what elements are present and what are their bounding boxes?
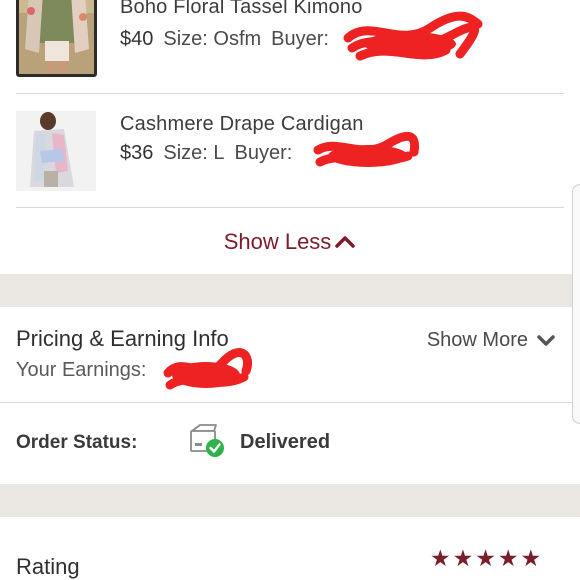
rating-section: Rating ★ ★ ★ ★ ★ <box>0 517 580 580</box>
star-icon: ★ <box>520 545 542 571</box>
redaction-scribble <box>313 132 420 167</box>
section-separator <box>0 274 580 307</box>
star-icon: ★ <box>430 545 451 571</box>
show-more-label: Show More <box>426 329 528 351</box>
item-price: $40 <box>120 28 154 50</box>
item-thumbnail[interactable] <box>16 0 97 77</box>
item-thumbnail[interactable] <box>16 111 96 191</box>
rating-stars: ★ ★ ★ ★ ★ <box>430 547 541 570</box>
item-size: Size: L <box>163 142 225 164</box>
package-delivered-icon <box>190 424 224 457</box>
redaction-scribble <box>163 348 252 390</box>
redaction-scribble <box>343 11 483 61</box>
item-meta: $36 Size: L Buyer: <box>120 142 292 165</box>
order-item-2[interactable]: Cashmere Drape Cardigan $36 Size: L Buyer: <box>0 94 580 208</box>
show-more-button[interactable]: Show More <box>427 329 556 352</box>
show-less-label: Show Less <box>223 229 332 254</box>
item-price: $36 <box>120 142 154 164</box>
item-buyer-label: Buyer: <box>234 142 293 164</box>
show-less-button[interactable]: Show Less <box>0 210 580 274</box>
pricing-earning-section: Pricing & Earning Info Your Earnings: Sh… <box>0 307 580 401</box>
section-separator <box>0 484 580 517</box>
scrollbar-edge[interactable] <box>572 184 580 424</box>
order-status-row: Order Status: Delivered <box>0 402 580 484</box>
order-status-value: Delivered <box>240 431 331 453</box>
divider <box>16 207 564 208</box>
chevron-up-icon <box>335 236 356 248</box>
order-status-label: Order Status: <box>16 432 138 453</box>
order-item-1[interactable]: Boho Floral Tassel Kimono $40 Size: Osfm B… <box>0 0 580 94</box>
earnings-label: Your Earnings: <box>16 359 147 381</box>
star-icon: ★ <box>475 545 496 571</box>
star-icon: ★ <box>452 545 474 571</box>
item-title[interactable]: Boho Floral Tassel Kimono <box>120 0 363 19</box>
star-icon: ★ <box>497 545 519 571</box>
item-buyer-label: Buyer: <box>271 28 329 50</box>
chevron-down-icon <box>537 334 555 346</box>
item-size: Size: Osfm <box>163 28 262 50</box>
item-meta: $40 Size: Osfm Buyer: <box>120 28 329 51</box>
rating-label: Rating <box>16 554 80 579</box>
